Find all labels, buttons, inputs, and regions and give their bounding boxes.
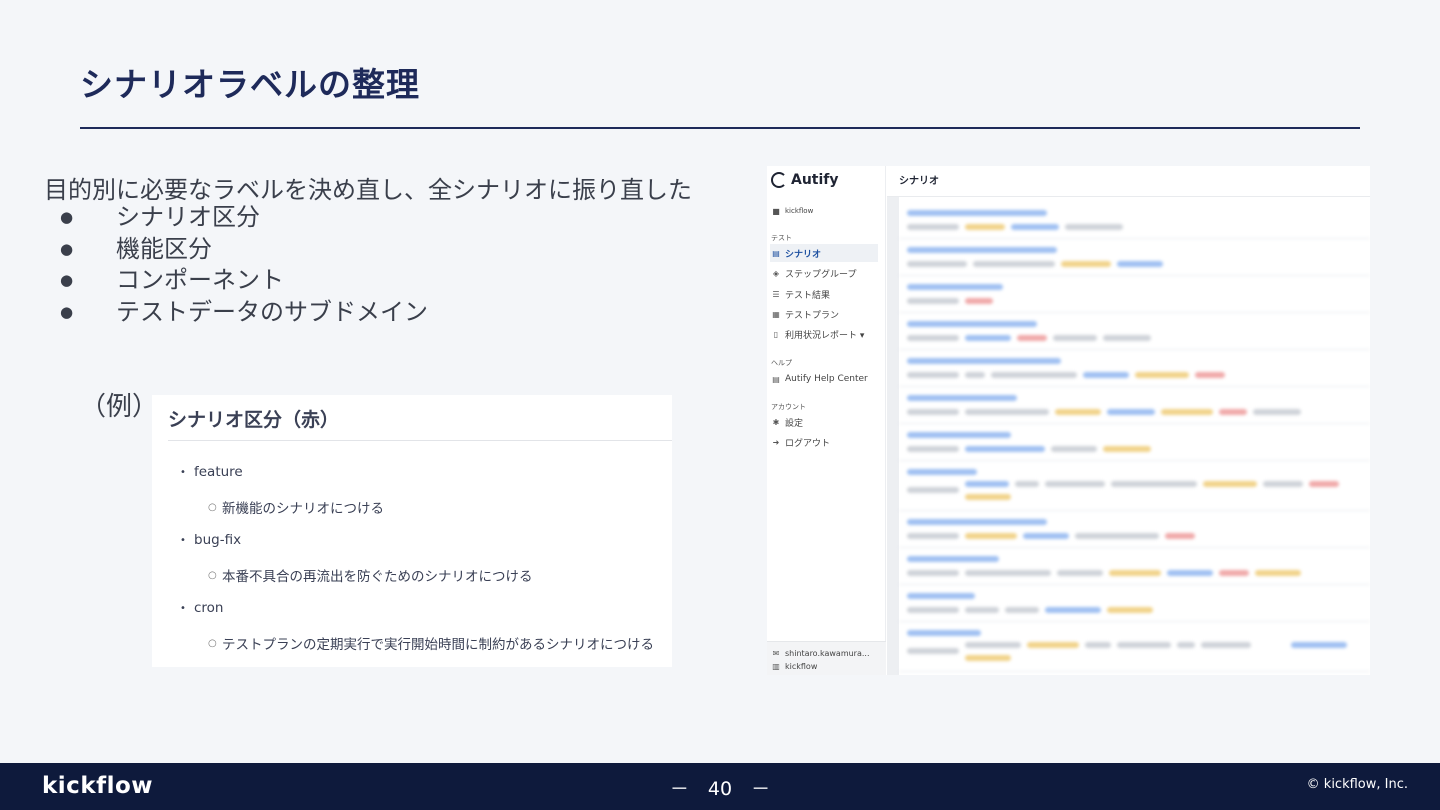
example-card-divider <box>168 440 672 441</box>
label-note-text: 新機能のシナリオにつける <box>222 501 384 517</box>
mail-icon: ✉ <box>772 648 780 658</box>
autify-screenshot: Autify ■ kickflow テスト ▤ シナリオ ◈ ステップグループ ☰ テス… <box>767 166 1370 675</box>
user-label: shintaro.kawamura... <box>785 648 870 658</box>
example-card-title: シナリオ区分（赤） <box>168 409 340 431</box>
table-row[interactable] <box>899 276 1370 313</box>
list-item: ● コンポーネント <box>60 265 428 297</box>
report-icon: ▯ <box>773 329 779 339</box>
bullet-dot: ● <box>60 208 74 226</box>
list-item: ● テストデータのサブドメイン <box>60 297 428 329</box>
bullet-text: シナリオ区分 <box>116 203 260 231</box>
bullet-dot: ● <box>60 302 74 321</box>
sidebar-item-label: テストプラン <box>785 310 840 321</box>
table-row[interactable] <box>899 511 1370 548</box>
bullet-dot: ● <box>60 239 74 258</box>
table-row[interactable] <box>899 350 1370 387</box>
sidebar-item-label: ステップグループ <box>785 269 857 280</box>
page-number: － 40 － <box>669 778 771 800</box>
copyright: © kickflow, Inc. <box>1306 777 1408 792</box>
logo-text: Autify <box>791 172 839 188</box>
sidebar-item-label: Autify Help Center <box>785 374 868 384</box>
folder-icon: ■ <box>772 206 780 216</box>
table-row[interactable] <box>899 313 1370 350</box>
list-check-icon: ☰ <box>772 289 780 299</box>
label-name: cron <box>194 600 224 616</box>
slide-title: シナリオラベルの整理 <box>80 65 420 104</box>
example-card: シナリオ区分（赤） • feature ○ 新機能のシナリオにつける • bug-fi… <box>152 395 672 667</box>
main-title: シナリオ <box>899 176 939 187</box>
table-row[interactable] <box>899 424 1370 461</box>
label-note-text: テストプランの定期実行で実行開始時間に制約があるシナリオにつける <box>222 637 654 653</box>
scroll-gutter <box>887 197 899 675</box>
sub-bullet: ○ <box>208 569 217 581</box>
sidebar-item-label: シナリオ <box>785 249 822 260</box>
bullet-text: コンポーネント <box>116 266 284 294</box>
sidebar-item-label: 利用状況レポート ▾ <box>785 330 865 341</box>
label-name: feature <box>194 464 243 480</box>
book-icon: ▤ <box>772 374 780 384</box>
account-footer: ✉ shintaro.kawamura... ▥ kickflow <box>767 641 886 675</box>
sidebar-item-usage-report[interactable]: ▯ 利用状況レポート ▾ <box>770 325 878 343</box>
scenario-list <box>899 202 1370 672</box>
logout-icon: ➜ <box>772 437 780 447</box>
bullet-text: 機能区分 <box>116 234 212 263</box>
example-label: （例） <box>80 392 159 422</box>
sidebar-item-test-results[interactable]: ☰ テスト結果 <box>770 285 878 303</box>
label-name: bug-fix <box>194 532 242 548</box>
building-icon: ▥ <box>772 661 780 671</box>
label-item: • feature <box>180 464 243 480</box>
section-account-heading: アカウント <box>771 403 806 411</box>
autify-logo[interactable]: Autify <box>771 172 839 188</box>
intro-text: 目的別に必要なラベルを決め直し、全シナリオに振り直した <box>44 176 692 204</box>
bullet-text: テストデータのサブドメイン <box>116 297 428 326</box>
section-test-heading: テスト <box>771 234 792 242</box>
user-item[interactable]: ✉ shintaro.kawamura... <box>770 646 878 660</box>
layers-icon: ◈ <box>772 268 780 278</box>
org-item[interactable]: ▥ kickflow <box>770 659 878 673</box>
book-icon: ▤ <box>772 248 780 258</box>
bullet-dot: • <box>180 466 186 478</box>
table-row[interactable] <box>899 387 1370 424</box>
sidebar-item-scenario[interactable]: ▤ シナリオ <box>770 244 878 262</box>
autify-logo-icon <box>771 172 787 188</box>
label-note: ○ 新機能のシナリオにつける <box>208 497 384 517</box>
bullet-list: ● シナリオ区分 ● 機能区分 ● コンポーネント ● テストデータのサブドメイン <box>60 202 428 328</box>
sidebar-item-logout[interactable]: ➜ ログアウト <box>770 433 878 451</box>
table-row[interactable] <box>899 548 1370 585</box>
sidebar-item-step-group[interactable]: ◈ ステップグループ <box>770 264 878 282</box>
section-help-heading: ヘルプ <box>771 359 792 367</box>
label-item: • bug-fix <box>180 532 241 548</box>
org-label: kickflow <box>785 661 818 671</box>
table-row[interactable] <box>899 585 1370 622</box>
bullet-dot: • <box>180 534 186 546</box>
sidebar-item-settings[interactable]: ✱ 設定 <box>770 413 878 431</box>
sidebar-item-label: テスト結果 <box>785 290 831 301</box>
title-divider <box>80 127 1360 129</box>
table-row[interactable] <box>899 461 1370 511</box>
sidebar: Autify ■ kickflow テスト ▤ シナリオ ◈ ステップグループ ☰ テス… <box>767 166 886 675</box>
label-note: ○ テストプランの定期実行で実行開始時間に制約があるシナリオにつける <box>208 633 654 653</box>
main-header: シナリオ <box>887 166 1370 197</box>
label-note: ○ 本番不具合の再流出を防ぐためのシナリオにつける <box>208 565 533 585</box>
table-row[interactable] <box>899 622 1370 672</box>
calendar-icon: ▦ <box>772 309 780 319</box>
sidebar-item-label: 設定 <box>785 418 804 429</box>
workspace-label: kickflow <box>785 207 814 215</box>
bullet-dot: • <box>180 602 186 614</box>
list-item: ● 機能区分 <box>60 234 428 266</box>
workspace-item[interactable]: ■ kickflow <box>770 202 878 220</box>
sub-bullet: ○ <box>208 501 217 513</box>
gear-icon: ✱ <box>772 417 780 427</box>
sidebar-item-test-plan[interactable]: ▦ テストプラン <box>770 305 878 323</box>
label-item: • cron <box>180 600 224 616</box>
table-row[interactable] <box>899 239 1370 276</box>
label-note-text: 本番不具合の再流出を防ぐためのシナリオにつける <box>222 569 533 585</box>
footer-bar: kickflow － 40 － © kickflow, Inc. <box>0 763 1440 810</box>
table-row[interactable] <box>899 202 1370 239</box>
sidebar-item-help-center[interactable]: ▤ Autify Help Center <box>770 370 878 388</box>
sub-bullet: ○ <box>208 637 217 649</box>
list-item: ● シナリオ区分 <box>60 202 428 234</box>
bullet-dot: ● <box>60 271 74 289</box>
sidebar-item-label: ログアウト <box>785 438 831 449</box>
